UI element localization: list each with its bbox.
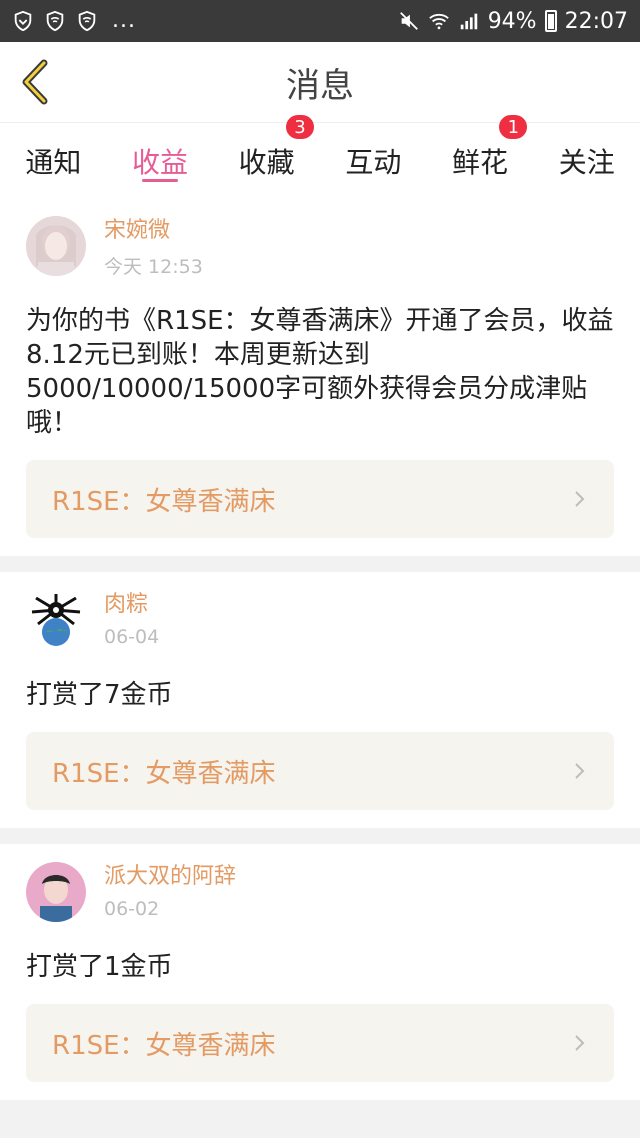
timestamp: 06-02 [104, 898, 160, 920]
timestamp: 06-04 [104, 626, 160, 648]
tab-flowers[interactable]: 鲜花 1 [427, 115, 534, 198]
tab-bar: 通知 收益 收藏 3 互动 鲜花 1 关注 [0, 115, 640, 198]
book-link[interactable]: R1SE：女尊香满床 [26, 1004, 614, 1082]
page-title: 消息 [286, 65, 354, 106]
more-notifications-indicator: ... [112, 8, 136, 33]
clock: 22:07 [564, 8, 628, 34]
tab-following[interactable]: 关注 [533, 123, 640, 198]
book-title: R1SE：女尊香满床 [52, 1030, 276, 1061]
chevron-right-icon [575, 1035, 585, 1051]
book-link[interactable]: R1SE：女尊香满床 [26, 460, 614, 538]
status-bar-left: ... [12, 10, 136, 32]
shield-icon [14, 10, 32, 32]
tab-label: 关注 [558, 145, 615, 179]
username[interactable]: 宋婉微 [104, 216, 203, 246]
book-title: R1SE：女尊香满床 [52, 486, 276, 517]
battery-icon [544, 10, 557, 32]
chevron-left-icon [22, 59, 48, 105]
message-card: 宋婉微 今天 12:53 为你的书《R1SE：女尊香满床》开通了会员，收益8.1… [0, 198, 640, 556]
tab-favorites[interactable]: 收藏 3 [213, 115, 320, 198]
message-header: 肉粽 06-04 [26, 590, 614, 656]
status-bar-right: 94% 22:07 [398, 9, 628, 34]
tab-label: 鲜花 [452, 145, 509, 179]
wifi-shield-icon [46, 10, 64, 32]
avatar[interactable] [26, 590, 86, 650]
message-list: 宋婉微 今天 12:53 为你的书《R1SE：女尊香满床》开通了会员，收益8.1… [0, 198, 640, 1116]
tab-notifications[interactable]: 通知 [0, 123, 107, 198]
mute-icon [399, 12, 418, 30]
header: 消息 [0, 42, 640, 122]
status-bar: ... 94% 22:07 [0, 0, 640, 42]
avatar[interactable] [26, 862, 86, 922]
tab-earnings[interactable]: 收益 [107, 123, 214, 198]
signal-icon [460, 13, 477, 30]
chevron-right-icon [575, 491, 585, 507]
unread-badge: 3 [286, 115, 315, 139]
username[interactable]: 肉粽 [104, 590, 159, 620]
back-button[interactable] [14, 58, 54, 106]
book-link[interactable]: R1SE：女尊香满床 [26, 732, 614, 810]
unread-badge: 1 [499, 115, 528, 139]
message-meta: 派大双的阿辞 06-02 [104, 862, 236, 920]
chevron-right-icon [575, 763, 585, 779]
message-text: 打赏了1金币 [26, 952, 173, 982]
timestamp: 今天 12:53 [104, 256, 203, 278]
message-card: 派大双的阿辞 06-02 打赏了1金币 R1SE：女尊香满床 [0, 844, 640, 1100]
message-text: 为你的书《R1SE：女尊香满床》开通了会员，收益8.12元已到账！本周更新达到5… [26, 306, 614, 438]
message-meta: 宋婉微 今天 12:53 [104, 216, 203, 279]
wifi-shield-icon [78, 10, 96, 32]
battery-percentage: 94% [487, 8, 537, 34]
tab-label: 互动 [345, 145, 402, 179]
message-header: 派大双的阿辞 06-02 [26, 862, 614, 928]
message-header: 宋婉微 今天 12:53 [26, 216, 614, 282]
message-meta: 肉粽 06-04 [104, 590, 159, 648]
tab-label: 收益 [132, 145, 189, 179]
message-text: 打赏了7金币 [26, 680, 173, 710]
avatar[interactable] [26, 216, 86, 276]
tab-label: 收藏 [238, 145, 295, 179]
message-card: 肉粽 06-04 打赏了7金币 R1SE：女尊香满床 [0, 572, 640, 828]
tab-interactions[interactable]: 互动 [320, 123, 427, 198]
tab-label: 通知 [25, 145, 82, 179]
wifi-icon [428, 13, 449, 30]
username[interactable]: 派大双的阿辞 [104, 862, 236, 892]
book-title: R1SE：女尊香满床 [52, 758, 276, 789]
